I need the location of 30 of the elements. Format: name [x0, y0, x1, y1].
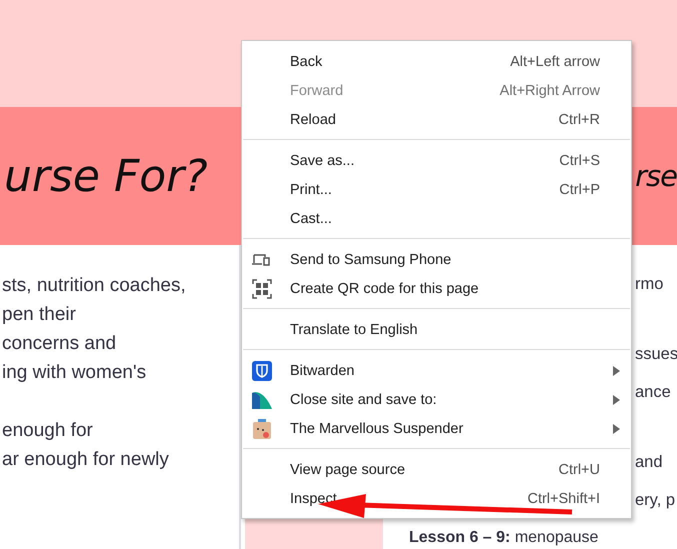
text-fragment: ery, p [635, 490, 676, 511]
menu-item[interactable]: Cast... [242, 204, 631, 233]
menu-item[interactable]: Translate to English [242, 315, 631, 344]
paragraph-line: enough for [2, 419, 94, 443]
qr-code-icon [252, 278, 272, 298]
menu-item[interactable]: Print... Ctrl+P [242, 175, 631, 204]
paragraph-line: ing with women's [2, 361, 148, 385]
menu-item[interactable]: Back Alt+Left arrow [242, 47, 631, 76]
menu-item[interactable]: The Marvellous Suspender [242, 414, 631, 443]
menu-item[interactable]: Create QR code for this page [242, 274, 631, 303]
menu-item[interactable]: Close site and save to: [242, 385, 631, 414]
sleeping-box-icon [252, 418, 272, 438]
text-fragment: rmo [635, 274, 664, 295]
paragraph-line: sts, nutrition coaches, [2, 274, 187, 298]
menu-item[interactable]: Reload Ctrl+R [242, 105, 631, 134]
paragraph-line: pen their [2, 303, 77, 327]
paragraph-line: ar enough for newly [2, 448, 170, 472]
section-heading: rse [635, 159, 677, 193]
fin-logo-icon [252, 390, 272, 408]
menu-item[interactable]: Bitwarden [242, 356, 631, 385]
lesson-line: Lesson 6 – 9: menopause [409, 528, 600, 548]
menu-item[interactable]: Send to Samsung Phone [242, 245, 631, 274]
shield-icon [252, 360, 272, 380]
paragraph-line: concerns and [2, 332, 118, 356]
section-heading: urse For? [4, 150, 208, 202]
text-fragment: ance [635, 382, 672, 403]
devices-icon [252, 254, 270, 266]
text-fragment: and [635, 452, 664, 473]
menu-item[interactable]: View page source Ctrl+U [242, 455, 631, 484]
menu-item[interactable]: Save as... Ctrl+S [242, 146, 631, 175]
